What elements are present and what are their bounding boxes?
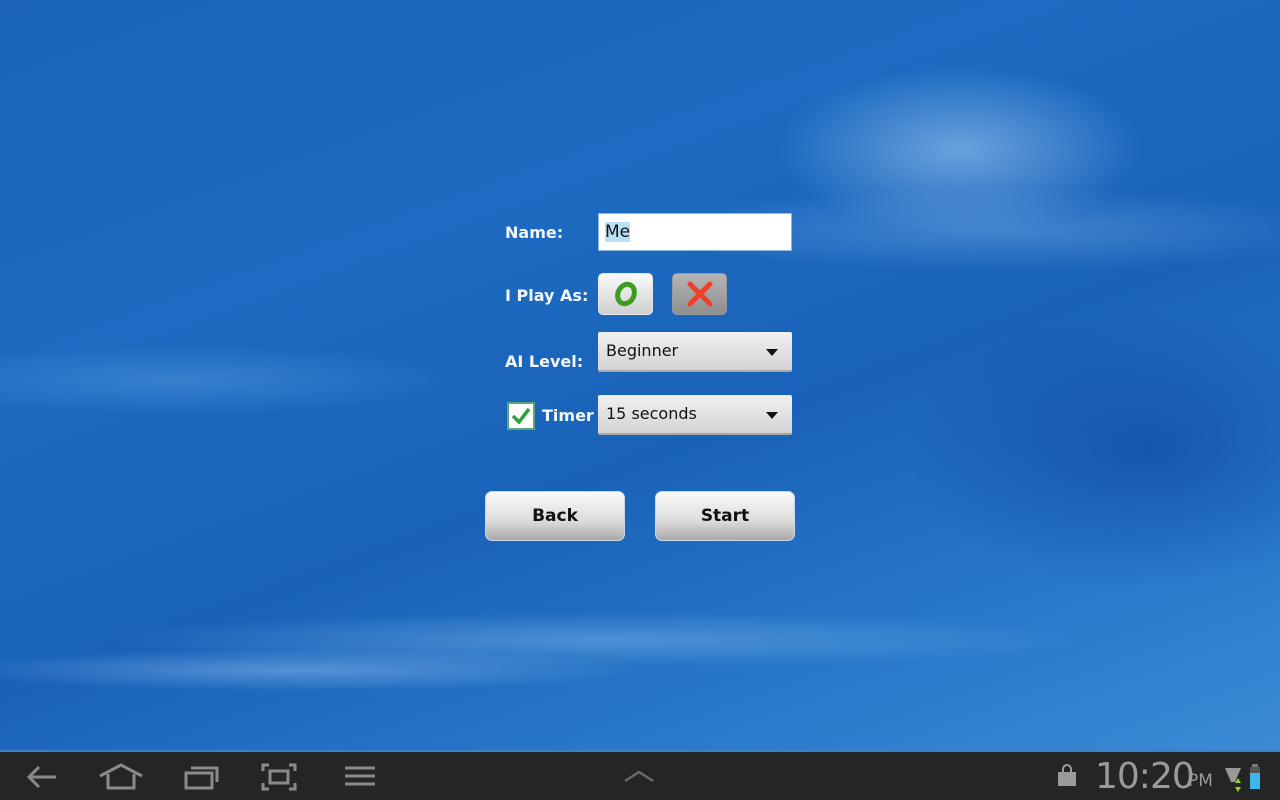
timer-dropdown[interactable]: 15 seconds <box>598 395 792 435</box>
system-bar: 10:20 PM <box>0 750 1280 800</box>
timer-checkbox[interactable] <box>507 402 535 430</box>
timer-label: Timer <box>542 406 594 425</box>
home-icon[interactable] <box>98 762 144 792</box>
signal-icon <box>1225 768 1241 792</box>
back-button[interactable]: Back <box>485 491 625 541</box>
market-icon[interactable] <box>1055 764 1079 788</box>
expand-up-icon[interactable] <box>622 768 656 784</box>
start-button[interactable]: Start <box>655 491 795 541</box>
timer-value: 15 seconds <box>606 404 697 423</box>
name-input[interactable]: Me <box>598 213 792 251</box>
dropdown-arrow-icon <box>766 412 778 419</box>
ai-level-dropdown[interactable]: Beginner <box>598 332 792 372</box>
play-as-o-button[interactable] <box>598 273 653 315</box>
ai-level-label: AI Level: <box>505 352 584 371</box>
dropdown-arrow-icon <box>766 349 778 356</box>
screenshot-icon[interactable] <box>261 762 297 792</box>
play-as-label: I Play As: <box>505 286 589 305</box>
menu-icon[interactable] <box>344 762 376 792</box>
checkmark-icon <box>511 407 531 425</box>
clock-time: 10:20 <box>1095 756 1195 797</box>
name-label: Name: <box>505 223 564 242</box>
play-as-x-button[interactable] <box>672 273 727 315</box>
x-mark-icon <box>687 281 712 307</box>
recent-apps-icon[interactable] <box>183 762 221 792</box>
battery-icon <box>1250 764 1260 789</box>
game-setup-form: Name: Me I Play As: AI Level: Beginner T… <box>0 0 1280 750</box>
o-mark-icon <box>614 281 637 307</box>
ai-level-value: Beginner <box>606 341 679 360</box>
clock-ampm: PM <box>1188 771 1213 791</box>
back-icon[interactable] <box>24 762 58 792</box>
name-value: Me <box>605 222 631 242</box>
